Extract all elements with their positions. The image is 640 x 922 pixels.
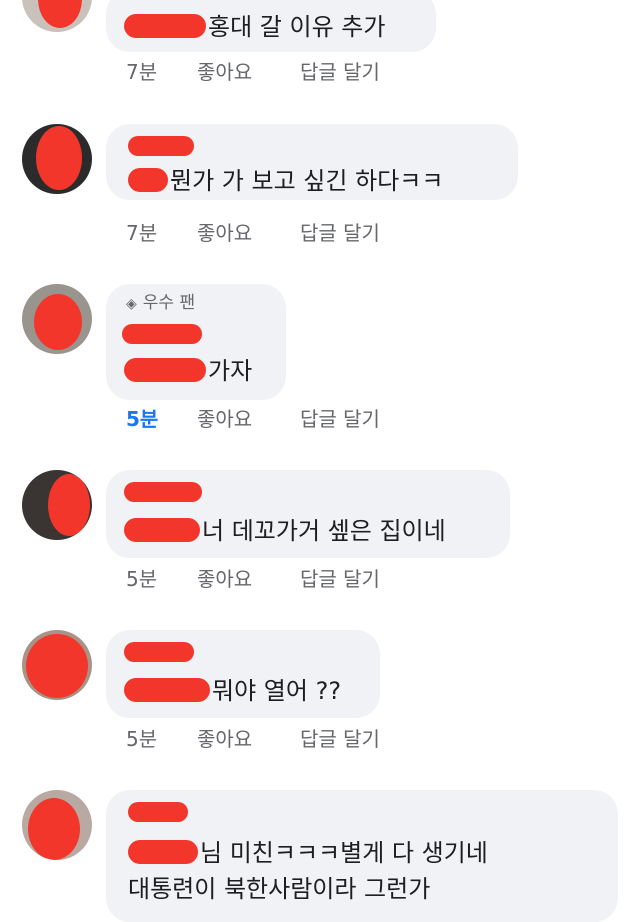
name-redaction bbox=[124, 678, 210, 702]
like-button[interactable]: 좋아요 bbox=[197, 220, 252, 246]
badge-label: 우수 팬 bbox=[142, 293, 196, 313]
avatar[interactable] bbox=[22, 284, 92, 354]
reply-button[interactable]: 답글 달기 bbox=[300, 726, 380, 752]
comment-bubble: 님 미친ㅋㅋㅋ별게 다 생기네 대통련이 북한사람이라 그런가 bbox=[106, 790, 618, 922]
author-name-redaction bbox=[124, 642, 194, 662]
avatar[interactable] bbox=[22, 124, 92, 194]
comment-time[interactable]: 7분 bbox=[126, 59, 157, 85]
name-redaction bbox=[128, 168, 168, 192]
diamond-icon: ◈ bbox=[126, 296, 137, 312]
reply-button[interactable]: 답글 달기 bbox=[300, 566, 380, 592]
avatar[interactable] bbox=[22, 790, 92, 860]
name-redaction bbox=[124, 518, 200, 542]
author-name-redaction bbox=[128, 802, 188, 822]
name-redaction bbox=[124, 14, 206, 38]
like-button[interactable]: 좋아요 bbox=[197, 726, 252, 752]
avatar[interactable] bbox=[22, 0, 92, 32]
comment-time[interactable]: 5분 bbox=[126, 406, 158, 432]
author-name-redaction bbox=[128, 136, 194, 156]
reply-button[interactable]: 답글 달기 bbox=[300, 59, 380, 85]
comment-time[interactable]: 7분 bbox=[126, 220, 157, 246]
comment-text: 너 데꼬가거 셒은 집이네 bbox=[202, 517, 446, 545]
comment-text-line2: 대통련이 북한사람이라 그런가 bbox=[128, 875, 431, 903]
name-redaction bbox=[128, 840, 198, 864]
comment-bubble: 홍대 갈 이유 추가 bbox=[106, 0, 436, 52]
comment-text: 뭔가 가 보고 싶긴 하다ㅋㅋ bbox=[170, 167, 444, 195]
comment-text: 님 미친ㅋㅋㅋ별게 다 생기네 bbox=[200, 839, 488, 867]
like-button[interactable]: 좋아요 bbox=[197, 406, 252, 432]
comment-bubble: 뭔가 가 보고 싶긴 하다ㅋㅋ bbox=[106, 124, 518, 200]
author-name-redaction bbox=[122, 324, 202, 344]
comment-text: 홍대 갈 이유 추가 bbox=[208, 13, 386, 41]
comment-time[interactable]: 5분 bbox=[126, 726, 157, 752]
top-fan-badge: ◈ 우수 팬 bbox=[126, 292, 195, 315]
like-button[interactable]: 좋아요 bbox=[197, 566, 252, 592]
comment-text: 뭐야 열어 ?? bbox=[212, 677, 342, 705]
comment-bubble: ◈ 우수 팬 가자 bbox=[106, 284, 286, 400]
comment-text: 가자 bbox=[208, 357, 253, 385]
name-redaction bbox=[124, 358, 206, 382]
avatar[interactable] bbox=[22, 630, 92, 700]
comment-bubble: 너 데꼬가거 셒은 집이네 bbox=[106, 470, 510, 558]
reply-button[interactable]: 답글 달기 bbox=[300, 220, 380, 246]
avatar[interactable] bbox=[22, 470, 92, 540]
comment-time[interactable]: 5분 bbox=[126, 566, 157, 592]
author-name-redaction bbox=[124, 482, 202, 502]
comment-bubble: 뭐야 열어 ?? bbox=[106, 630, 380, 718]
like-button[interactable]: 좋아요 bbox=[197, 59, 252, 85]
reply-button[interactable]: 답글 달기 bbox=[300, 406, 380, 432]
